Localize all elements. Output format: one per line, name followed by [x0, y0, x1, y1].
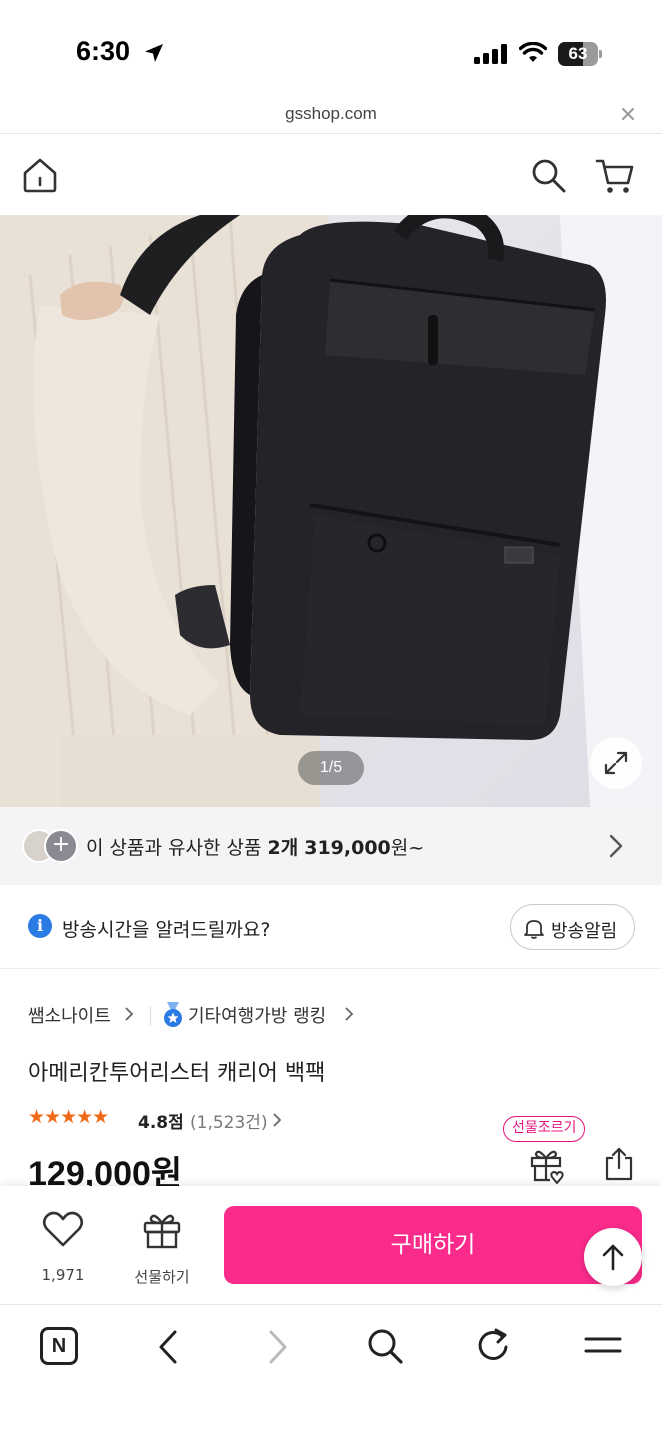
gift-icon[interactable]	[528, 1146, 566, 1184]
similar-products-text: 이 상품과 유사한 상품 2개 319,000원~	[86, 833, 424, 860]
gift-request-badge[interactable]: 선물조르기	[503, 1116, 586, 1142]
divider	[150, 1006, 151, 1026]
arrow-up-icon	[602, 1244, 624, 1271]
broadcast-notice: i 방송시간을 알려드릴까요? 방송알림	[0, 885, 662, 969]
like-button[interactable]: 1,971	[30, 1208, 96, 1288]
broadcast-message: 방송시간을 알려드릴까요?	[62, 919, 271, 941]
purchase-bar: 1,971 선물하기 구매하기	[0, 1186, 662, 1304]
home-icon[interactable]	[20, 155, 60, 195]
product-photo	[0, 215, 662, 807]
battery-level-text: 63	[568, 44, 588, 63]
search-icon[interactable]	[366, 1327, 404, 1365]
medal-icon	[164, 1002, 182, 1027]
gift-icon	[143, 1214, 181, 1249]
similar-prefix: 이 상품과 유사한 상품	[86, 837, 268, 859]
status-time: 6:30	[76, 36, 131, 66]
url-text[interactable]: gsshop.com	[0, 104, 662, 124]
similar-count: 2개	[267, 837, 299, 859]
brand-breadcrumb: 쌤소나이트 기타여행가방 랭킹	[0, 1000, 662, 1032]
scroll-top-button[interactable]	[584, 1228, 642, 1286]
search-icon[interactable]	[530, 157, 568, 195]
location-arrow-icon	[145, 44, 163, 62]
brand-link[interactable]: 쌤소나이트	[28, 1002, 111, 1028]
app-header	[0, 135, 662, 215]
heart-icon	[42, 1211, 84, 1247]
info-icon: i	[28, 914, 52, 938]
wifi-icon	[519, 42, 547, 62]
battery-icon: 63	[558, 42, 602, 66]
close-icon[interactable]	[620, 106, 636, 122]
chevron-right-icon	[345, 1007, 354, 1021]
signal-icon	[474, 44, 507, 64]
browser-toolbar: N	[0, 1304, 662, 1440]
back-icon[interactable]	[156, 1329, 180, 1365]
url-bar[interactable]: gsshop.com	[0, 100, 662, 134]
product-title: 아메리칸투어리스터 캐리어 백팩	[28, 1061, 326, 1086]
chevron-right-icon	[273, 1113, 282, 1127]
bell-icon	[524, 920, 544, 939]
gift-label: 선물하기	[134, 1268, 190, 1286]
share-icon[interactable]	[603, 1146, 635, 1182]
forward-icon[interactable]	[266, 1329, 290, 1365]
gift-button[interactable]: 선물하기	[122, 1208, 202, 1288]
review-count[interactable]: (1,523건)	[190, 1108, 268, 1133]
like-count: 1,971	[41, 1266, 85, 1284]
menu-icon[interactable]	[584, 1333, 622, 1357]
chevron-right-icon	[125, 1007, 134, 1021]
product-image-carousel[interactable]: 1/5	[0, 215, 662, 807]
chevron-right-icon	[609, 834, 623, 858]
similar-thumbnails: +	[22, 829, 82, 863]
alarm-label: 방송알림	[551, 921, 618, 942]
refresh-icon[interactable]	[476, 1327, 512, 1365]
cart-icon[interactable]	[595, 157, 635, 195]
status-bar: 6:30 63	[0, 0, 662, 100]
similar-products-banner[interactable]: + 이 상품과 유사한 상품 2개 319,000원~	[0, 807, 662, 885]
ranking-link[interactable]: 기타여행가방 랭킹	[188, 1002, 326, 1028]
expand-button[interactable]	[590, 737, 642, 789]
plus-icon: +	[44, 829, 78, 863]
star-rating: ★★★★★	[28, 1106, 109, 1128]
broadcast-alarm-button[interactable]: 방송알림	[510, 904, 635, 950]
similar-price: 319,000	[304, 837, 391, 859]
rating-score: 4.8점	[138, 1113, 184, 1133]
similar-suffix: 원~	[390, 837, 425, 859]
naver-home-button[interactable]: N	[40, 1327, 78, 1365]
page-counter: 1/5	[298, 751, 364, 785]
buy-button[interactable]: 구매하기	[224, 1206, 642, 1284]
expand-icon	[604, 751, 628, 775]
